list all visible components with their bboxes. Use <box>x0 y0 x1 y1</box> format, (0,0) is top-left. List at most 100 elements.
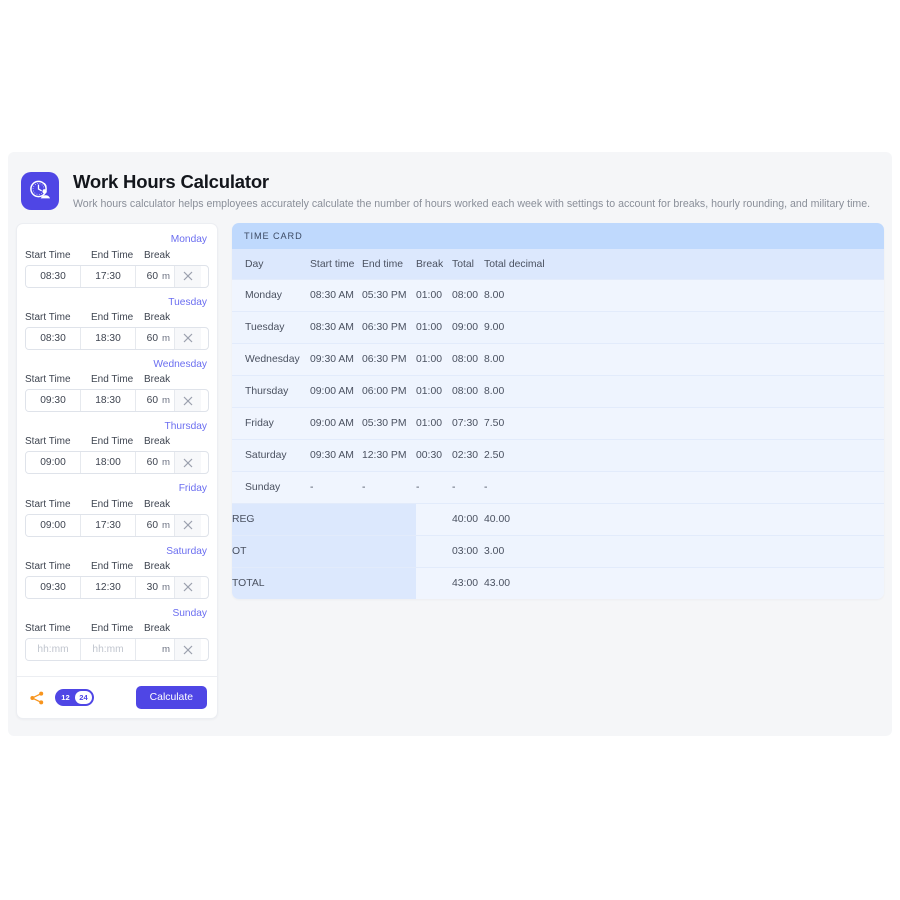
hour-format-toggle[interactable]: 12 24 <box>55 689 94 707</box>
break-input[interactable]: 60 m <box>136 265 175 287</box>
summary-decimal: 40.00 <box>484 502 884 536</box>
close-x-icon[interactable] <box>175 390 201 412</box>
cell-break: 01:00 <box>416 342 452 376</box>
close-x-icon[interactable] <box>175 514 201 536</box>
start-time-value: 09:00 <box>40 457 66 469</box>
end-time-input[interactable]: 17:30 <box>81 265 136 287</box>
start-time-input[interactable]: 08:30 <box>26 327 81 349</box>
summary-spacer <box>416 534 452 568</box>
cell-start: 09:30 AM <box>310 342 362 376</box>
day-label: Sunday <box>172 607 207 619</box>
time-input-group: 09:00 17:30 60 m <box>25 513 209 537</box>
day-label: Thursday <box>164 421 207 433</box>
start-time-value: 08:30 <box>40 332 66 344</box>
time-input-group: hh:mm hh:mm m <box>25 638 209 662</box>
label-start-time: Start Time <box>25 623 71 635</box>
break-value: 60 <box>146 457 158 469</box>
field-labels: Start Time End Time Break <box>25 374 209 386</box>
time-input-group: 09:00 18:00 60 m <box>25 451 209 475</box>
share-nodes-icon[interactable] <box>29 690 45 706</box>
break-input[interactable]: 60 m <box>136 390 175 412</box>
cell-decimal: 8.00 <box>484 342 884 376</box>
time-card-panel: TIME CARD Day Start time End time Break … <box>232 223 884 600</box>
cell-decimal: 8.00 <box>484 278 884 312</box>
label-end-time: End Time <box>91 249 134 261</box>
summary-total: 03:00 <box>452 534 484 568</box>
table-header-row: Day Start time End time Break Total Tota… <box>232 249 884 280</box>
end-time-input[interactable]: hh:mm <box>81 639 136 661</box>
label-break: Break <box>144 623 171 635</box>
field-labels: Start Time End Time Break <box>25 250 209 262</box>
summary-row: TOTAL 43:00 43.00 <box>232 566 884 600</box>
break-value: 30 <box>146 581 158 593</box>
cell-start: 09:00 AM <box>310 374 362 408</box>
cell-decimal: 7.50 <box>484 406 884 440</box>
break-input[interactable]: 60 m <box>136 514 175 536</box>
start-time-value: 09:30 <box>40 395 66 407</box>
cell-end: 05:30 PM <box>362 278 416 312</box>
end-time-input[interactable]: 18:30 <box>81 327 136 349</box>
cell-break: 01:00 <box>416 406 452 440</box>
cell-start: 08:30 AM <box>310 278 362 312</box>
day-label: Monday <box>170 234 207 246</box>
cell-total: 08:00 <box>452 374 484 408</box>
app-body: Monday Start Time End Time Break 08:30 17:30 6… <box>8 223 892 720</box>
label-end-time: End Time <box>91 374 134 386</box>
hour-format-option-24[interactable]: 24 <box>75 691 92 705</box>
page-title: Work Hours Calculator <box>73 171 269 192</box>
label-end-time: End Time <box>91 498 134 510</box>
cell-end: 12:30 PM <box>362 438 416 472</box>
label-start-time: Start Time <box>25 498 71 510</box>
end-time-input[interactable]: 17:30 <box>81 514 136 536</box>
time-input-group: 08:30 18:30 60 m <box>25 326 209 350</box>
end-time-value: 18:30 <box>95 332 121 344</box>
close-x-icon[interactable] <box>175 265 201 287</box>
field-labels: Start Time End Time Break <box>25 312 209 324</box>
break-value: 60 <box>146 332 158 344</box>
break-unit-label: m <box>162 395 170 407</box>
start-time-input[interactable]: 09:30 <box>26 390 81 412</box>
day-label: Saturday <box>166 545 207 557</box>
start-time-input[interactable]: hh:mm <box>26 639 81 661</box>
cell-break: 01:00 <box>416 374 452 408</box>
close-x-icon[interactable] <box>175 639 201 661</box>
break-unit-label: m <box>162 332 170 344</box>
calculate-button[interactable]: Calculate <box>135 686 207 710</box>
end-time-value: 17:30 <box>95 270 121 282</box>
day-entry-thursday: Thursday Start Time End Time Break 09:00 18:0… <box>25 421 209 475</box>
end-time-input[interactable]: 12:30 <box>81 576 136 598</box>
close-x-icon[interactable] <box>175 452 201 474</box>
clock-hand-icon <box>21 172 59 210</box>
label-start-time: Start Time <box>25 560 71 572</box>
summary-decimal: 3.00 <box>484 534 884 568</box>
start-time-input[interactable]: 08:30 <box>26 265 81 287</box>
cell-decimal: 2.50 <box>484 438 884 472</box>
cell-total: 07:30 <box>452 406 484 440</box>
cell-start: 08:30 AM <box>310 310 362 344</box>
table-body-days: Monday 08:30 AM 05:30 PM 01:00 08:00 8.00 Tues… <box>232 278 884 504</box>
label-start-time: Start Time <box>25 374 71 386</box>
start-time-input[interactable]: 09:00 <box>26 452 81 474</box>
end-time-input[interactable]: 18:30 <box>81 390 136 412</box>
hour-format-option-12[interactable]: 12 <box>57 691 74 704</box>
end-time-input[interactable]: 18:00 <box>81 452 136 474</box>
break-unit-label: m <box>162 270 170 282</box>
break-input[interactable]: 60 m <box>136 327 175 349</box>
start-time-input[interactable]: 09:00 <box>26 514 81 536</box>
end-time-value: 18:30 <box>95 395 121 407</box>
label-break: Break <box>144 374 171 386</box>
cell-total: 08:00 <box>452 342 484 376</box>
cell-total: - <box>452 470 484 504</box>
cell-break: 00:30 <box>416 438 452 472</box>
summary-spacer <box>416 502 452 536</box>
close-x-icon[interactable] <box>175 327 201 349</box>
break-input[interactable]: 30 m <box>136 576 175 598</box>
cell-break: 01:00 <box>416 310 452 344</box>
break-input[interactable]: m <box>136 639 175 661</box>
start-time-input[interactable]: 09:30 <box>26 576 81 598</box>
break-input[interactable]: 60 m <box>136 452 175 474</box>
close-x-icon[interactable] <box>175 576 201 598</box>
end-time-value: hh:mm <box>92 644 124 656</box>
cell-day: Thursday <box>232 374 310 408</box>
start-time-value: 08:30 <box>40 270 66 282</box>
